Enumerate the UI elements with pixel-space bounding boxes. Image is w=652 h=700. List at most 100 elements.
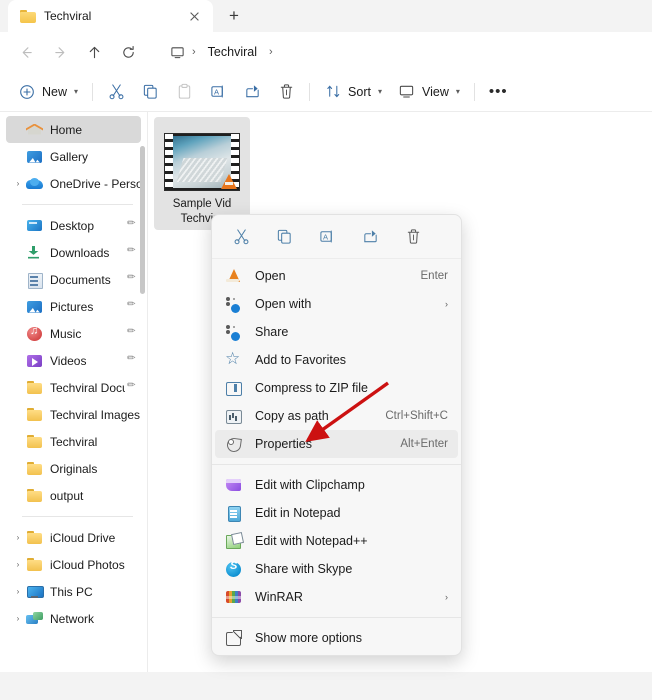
sidebar-item-network[interactable]: ›Network	[6, 605, 141, 632]
context-menu-item-open[interactable]: OpenEnter	[215, 262, 458, 290]
see-more-button[interactable]: •••	[481, 77, 516, 107]
sidebar-divider-2	[22, 516, 133, 517]
sort-icon	[324, 83, 342, 101]
new-button[interactable]: New ▾	[10, 77, 86, 107]
sort-button[interactable]: Sort ▾	[316, 77, 390, 107]
sidebar-item-originals[interactable]: Originals	[6, 455, 141, 482]
sidebar-item-label: Desktop	[50, 219, 125, 233]
context-menu-item-compress-to-zip-file[interactable]: Compress to ZIP file	[215, 374, 458, 402]
sidebar-item-output[interactable]: output	[6, 482, 141, 509]
sidebar-item-techviral[interactable]: Techviral	[6, 428, 141, 455]
svg-text:A: A	[323, 232, 329, 241]
context-menu-item-open-with[interactable]: Open with›	[215, 290, 458, 318]
context-menu-item-edit-in-notepad[interactable]: Edit in Notepad	[215, 499, 458, 527]
scissors-icon[interactable]	[224, 221, 258, 253]
winrar-icon	[225, 589, 245, 605]
navigation-bar: › Techviral ›	[0, 32, 652, 72]
chevron-right-icon[interactable]: ›	[10, 587, 26, 596]
this-pc-icon[interactable]	[170, 45, 185, 60]
context-menu-item-edit-with-notepad[interactable]: Edit with Notepad++	[215, 527, 458, 555]
pin-icon[interactable]: ✐	[123, 325, 141, 343]
chevron-right-icon[interactable]: ›	[10, 560, 26, 569]
pin-icon[interactable]: ✐	[123, 298, 141, 316]
pin-icon[interactable]: ✐	[123, 271, 141, 289]
music-icon	[26, 326, 44, 342]
rename-button[interactable]: A	[201, 77, 235, 107]
context-menu-item-label: Properties	[255, 437, 400, 451]
sidebar-item-downloads[interactable]: Downloads✐	[6, 239, 141, 266]
paste-button[interactable]	[167, 77, 201, 107]
delete-button[interactable]	[269, 77, 303, 107]
tab-techviral[interactable]: Techviral	[8, 0, 213, 32]
close-icon[interactable]	[183, 5, 205, 27]
context-menu-item-label: Add to Favorites	[255, 353, 458, 367]
show-more-icon	[225, 630, 245, 646]
context-menu-item-copy-as-path[interactable]: Copy as pathCtrl+Shift+C	[215, 402, 458, 430]
open-with-icon	[225, 296, 245, 312]
chevron-down-icon: ▾	[378, 87, 382, 96]
context-menu-item-properties[interactable]: PropertiesAlt+Enter	[215, 430, 458, 458]
sidebar-item-documents[interactable]: Documents✐	[6, 266, 141, 293]
context-menu-item-add-to-favorites[interactable]: Add to Favorites	[215, 346, 458, 374]
sidebar-item-label: iCloud Photos	[50, 558, 141, 572]
breadcrumb-separator[interactable]: ›	[189, 46, 199, 58]
sidebar-item-icloud-drive[interactable]: › iCloud Drive	[6, 524, 141, 551]
sidebar-scrollbar[interactable]	[141, 120, 146, 660]
view-button[interactable]: View ▾	[390, 77, 468, 107]
sidebar-item-label: Downloads	[50, 246, 125, 260]
copy-icon	[141, 83, 159, 101]
sidebar-item-techviral-docum[interactable]: Techviral Docum✐	[6, 374, 141, 401]
videos-icon	[26, 353, 44, 369]
pin-icon[interactable]: ✐	[123, 217, 141, 235]
chevron-right-icon[interactable]: ›	[445, 592, 458, 602]
share-button[interactable]	[235, 77, 269, 107]
chevron-right-icon[interactable]: ›	[10, 533, 26, 542]
properties-icon	[225, 436, 245, 452]
rename-icon[interactable]: A	[310, 221, 344, 253]
sidebar-item-videos[interactable]: Videos✐	[6, 347, 141, 374]
context-menu-item-share[interactable]: Share	[215, 318, 458, 346]
context-menu-divider-2	[212, 617, 461, 618]
pin-icon[interactable]: ✐	[123, 352, 141, 370]
sidebar-scrollbar-thumb[interactable]	[140, 146, 145, 294]
sidebar-divider-1	[22, 204, 133, 205]
arrow-right-icon[interactable]	[44, 37, 76, 67]
context-menu-item-show-more-options[interactable]: Show more options	[215, 624, 458, 652]
notepad-icon	[225, 505, 245, 521]
copy-icon[interactable]	[267, 221, 301, 253]
view-icon	[398, 83, 416, 101]
sidebar-item-onedrive-persona[interactable]: ›OneDrive - Persona	[6, 170, 141, 197]
sidebar-item-gallery[interactable]: Gallery	[6, 143, 141, 170]
breadcrumb-current[interactable]: Techviral	[203, 43, 262, 61]
arrow-up-icon[interactable]	[78, 37, 110, 67]
context-menu[interactable]: A OpenEnterOpen with›Share Add to Favorit…	[211, 214, 462, 656]
pin-icon[interactable]: ✐	[123, 244, 141, 262]
context-menu-item-winrar[interactable]: WinRAR›	[215, 583, 458, 611]
share-icon[interactable]	[353, 221, 387, 253]
sidebar-item-label: Techviral Docum	[50, 381, 125, 395]
pin-icon[interactable]: ✐	[123, 379, 141, 397]
trash-icon[interactable]	[396, 221, 430, 253]
breadcrumb-separator-2[interactable]: ›	[266, 46, 276, 58]
sidebar-item-desktop[interactable]: Desktop✐	[6, 212, 141, 239]
context-menu-item-edit-with-clipchamp[interactable]: Edit with Clipchamp	[215, 471, 458, 499]
copy-button[interactable]	[133, 77, 167, 107]
sidebar-item-label: This PC	[50, 585, 141, 599]
sidebar-item-music[interactable]: Music✐	[6, 320, 141, 347]
chevron-right-icon[interactable]: ›	[10, 614, 26, 623]
sidebar-item-pictures[interactable]: Pictures✐	[6, 293, 141, 320]
sidebar-item-icloud-photos[interactable]: › iCloud Photos	[6, 551, 141, 578]
sidebar-item-home[interactable]: Home	[6, 116, 141, 143]
refresh-icon[interactable]	[112, 37, 144, 67]
cut-button[interactable]	[99, 77, 133, 107]
new-tab-button[interactable]: +	[219, 2, 249, 30]
sidebar-item-this-pc[interactable]: › This PC	[6, 578, 141, 605]
sidebar-item-techviral-images[interactable]: Techviral Images	[6, 401, 141, 428]
arrow-left-icon[interactable]	[10, 37, 42, 67]
chevron-right-icon[interactable]: ›	[10, 179, 26, 188]
folder-icon	[26, 434, 44, 450]
address-bar[interactable]: › Techviral ›	[156, 37, 642, 67]
chevron-right-icon[interactable]: ›	[445, 299, 458, 309]
context-menu-item-share-with-skype[interactable]: Share with Skype	[215, 555, 458, 583]
sidebar-item-label: iCloud Drive	[50, 531, 141, 545]
